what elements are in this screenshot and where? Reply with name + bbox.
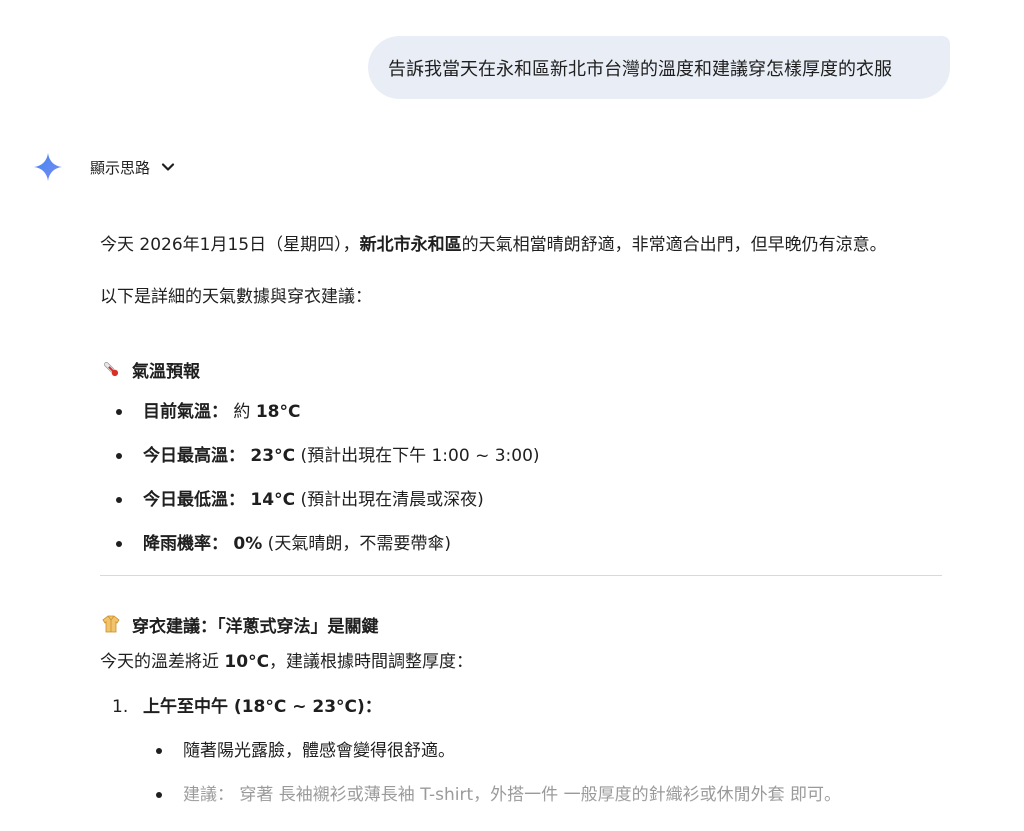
step-title: 上午至中午 (18°C ~ 23°C)： <box>143 697 382 717</box>
intro-paragraph: 今天 2026年1月15日（星期四），新北市永和區的天氣相當晴朗舒適，非常適合出… <box>100 228 942 263</box>
chevron-down-icon <box>160 159 176 175</box>
intro-text-1: 今天 2026年1月15日（星期四）， <box>100 235 360 255</box>
temperature-section-label: 氣溫預報 <box>132 361 200 382</box>
user-message-text: 告訴我當天在永和區新北市台灣的溫度和建議穿怎樣厚度的衣服 <box>388 58 892 80</box>
user-message-bubble: 告訴我當天在永和區新北市台灣的溫度和建議穿怎樣厚度的衣服 <box>368 36 950 99</box>
show-thinking-button[interactable]: 顯示思路 <box>90 157 176 178</box>
list-item: 今日最高溫： 23°C (預計出現在下午 1:00 ~ 3:00) <box>100 441 942 485</box>
list-item: 目前氣溫： 約 18°C <box>100 397 942 441</box>
temperature-section-title: 氣溫預報 <box>100 354 942 384</box>
assistant-header: 顯示思路 <box>32 148 176 186</box>
dress-intro: 今天的溫差將近 10°C，建議根據時間調整厚度： <box>100 652 474 672</box>
show-thinking-label: 顯示思路 <box>90 158 151 177</box>
temperature-list: 目前氣溫： 約 18°C 今日最高溫： 23°C (預計出現在下午 1:00 ~… <box>100 397 942 573</box>
list-item: 今日最低溫： 14°C (預計出現在清晨或深夜) <box>100 485 942 529</box>
dress-steps: 1. 上午至中午 (18°C ~ 23°C)： 隨著陽光露臉，體感會變得很舒適。… <box>100 692 942 824</box>
section-divider <box>100 575 942 576</box>
dress-section-title: 穿衣建議：「洋蔥式穿法」是關鍵 <box>100 609 942 639</box>
assistant-response: 今天 2026年1月15日（星期四），新北市永和區的天氣相當晴朗舒適，非常適合出… <box>100 228 942 824</box>
list-item: 隨著陽光露臉，體感會變得很舒適。 <box>100 736 942 780</box>
intro-paragraph-2: 以下是詳細的天氣數據與穿衣建議： <box>100 287 372 307</box>
intro-text-2: 的天氣相當晴朗舒適，非常適合出門，但早晚仍有涼意。 <box>461 235 887 255</box>
list-item: 建議： 穿著 長袖襯衫或薄長袖 T-shirt，外搭一件 一般厚度的針織衫或休閒… <box>100 780 942 824</box>
step-bullets: 隨著陽光露臉，體感會變得很舒適。 建議： 穿著 長袖襯衫或薄長袖 T-shirt… <box>143 736 942 824</box>
intro-location: 新北市永和區 <box>359 235 462 255</box>
step-item: 1. 上午至中午 (18°C ~ 23°C)： 隨著陽光露臉，體感會變得很舒適。… <box>100 692 942 824</box>
list-item: 降雨機率： 0% (天氣晴朗，不需要帶傘) <box>100 529 942 573</box>
coat-icon <box>100 613 122 635</box>
thermometer-icon <box>100 358 122 380</box>
step-number: 1. <box>112 697 129 717</box>
dress-section-label: 穿衣建議：「洋蔥式穿法」是關鍵 <box>132 616 379 637</box>
chat-page: 告訴我當天在永和區新北市台灣的溫度和建議穿怎樣厚度的衣服 顯示思路 今天 202… <box>0 0 1024 831</box>
gemini-spark-icon <box>32 148 64 186</box>
